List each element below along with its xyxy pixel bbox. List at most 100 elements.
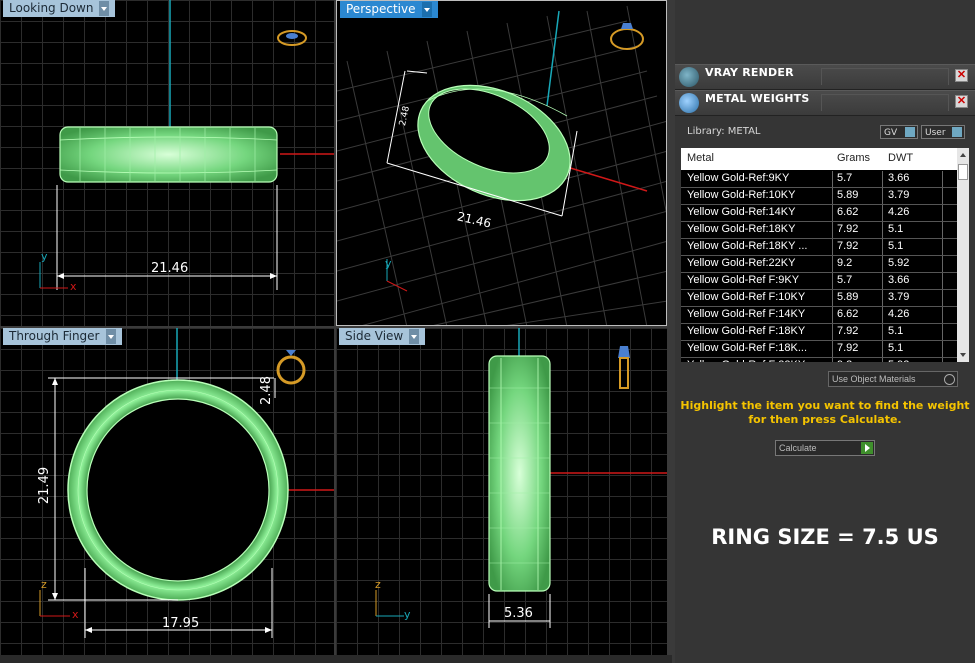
table-row[interactable]: Yellow Gold-Ref F:18K... 7.92 5.1 <box>681 341 957 358</box>
calculate-button[interactable]: Calculate <box>775 440 875 456</box>
scroll-up-icon[interactable] <box>960 153 966 157</box>
metal-table[interactable]: Metal Grams DWT Yellow Gold-Ref:9KY 5.7 3.… <box>681 148 969 362</box>
close-icon[interactable]: ✕ <box>955 69 968 82</box>
grams-cell: 5.89 <box>837 291 859 303</box>
chevron-down-icon[interactable] <box>421 2 432 17</box>
grams-cell: 9.2 <box>837 359 852 362</box>
viewport-drawing <box>337 5 666 325</box>
scroll-thumb[interactable] <box>958 164 968 180</box>
axis-label-x: x <box>72 608 79 621</box>
table-row[interactable]: Yellow Gold-Ref F:14KY 6.62 4.26 <box>681 307 957 324</box>
dwt-cell: 3.66 <box>888 172 910 184</box>
viewport-side-view[interactable]: Side View 5.36 z y <box>336 328 667 655</box>
metal-cell: Yellow Gold-Ref:10KY <box>687 189 796 201</box>
table-row[interactable]: Yellow Gold-Ref F:9KY 5.7 3.66 <box>681 273 957 290</box>
chevron-down-icon[interactable] <box>99 1 110 16</box>
chevron-down-icon[interactable] <box>409 329 420 344</box>
axis-label-z: z <box>375 578 381 591</box>
grams-cell: 6.62 <box>837 308 859 320</box>
table-row[interactable]: Yellow Gold-Ref:18KY 7.92 5.1 <box>681 222 957 239</box>
dwt-cell: 5.1 <box>888 342 904 354</box>
metal-cell: Yellow Gold-Ref:9KY <box>687 172 790 184</box>
dwt-cell: 5.1 <box>888 325 904 337</box>
viewport-title: Perspective <box>346 2 416 16</box>
ring-thumbnail-icon <box>610 23 644 50</box>
gv-toggle-label: GV <box>884 128 898 138</box>
axis-label-x: x <box>70 280 77 293</box>
radio-icon[interactable] <box>944 374 955 385</box>
metal-cell: Yellow Gold-Ref F:18KY <box>687 325 806 337</box>
calculate-label: Calculate <box>779 443 817 453</box>
dwt-cell: 4.26 <box>888 206 910 218</box>
dimension-height: 21.49 <box>37 466 53 505</box>
metal-cell: Yellow Gold-Ref:18KY ... <box>687 240 808 252</box>
viewport-title: Looking Down <box>9 1 94 15</box>
scroll-down-icon[interactable] <box>960 353 966 357</box>
metal-cell: Yellow Gold-Ref:22KY <box>687 257 796 269</box>
viewport-drawing <box>39 0 334 290</box>
table-scrollbar[interactable] <box>957 148 969 362</box>
column-header-grams[interactable]: Grams <box>837 152 870 164</box>
viewport-label-looking-down[interactable]: Looking Down <box>3 0 116 17</box>
checkbox-icon[interactable] <box>952 127 962 137</box>
close-icon[interactable]: ✕ <box>955 95 968 108</box>
calculate-arrow-icon[interactable] <box>861 442 873 454</box>
axis-label-y: y <box>41 250 48 263</box>
viewport-label-perspective[interactable]: Perspective <box>340 1 438 18</box>
table-row[interactable]: Yellow Gold-Ref F:10KY 5.89 3.79 <box>681 290 957 307</box>
grams-cell: 7.92 <box>837 240 859 252</box>
gv-toggle[interactable]: GV <box>880 125 918 139</box>
table-body: Yellow Gold-Ref:9KY 5.7 3.66 Yellow Gold-Re… <box>681 171 957 362</box>
dwt-cell: 5.92 <box>888 359 909 362</box>
table-row[interactable]: Yellow Gold-Ref:10KY 5.89 3.79 <box>681 188 957 205</box>
column-header-metal[interactable]: Metal <box>687 152 714 164</box>
viewport-label-side-view[interactable]: Side View <box>339 328 426 345</box>
table-row[interactable]: Yellow Gold-Ref F:18KY 7.92 5.1 <box>681 324 957 341</box>
library-label: Library: METAL <box>687 126 761 137</box>
metal-cell: Yellow Gold-Ref F:14KY <box>687 308 806 320</box>
metal-cell: Yellow Gold-Ref F:10KY <box>687 291 806 303</box>
use-object-materials-label: Use Object Materials <box>832 374 916 384</box>
ring-top-view <box>59 126 278 183</box>
axis-label-y: y <box>404 608 411 621</box>
vray-render-title: VRAY RENDER <box>705 66 794 79</box>
ring-perspective-view <box>417 84 571 202</box>
user-toggle-label: User <box>925 128 946 138</box>
grams-cell: 5.7 <box>837 274 853 286</box>
table-row[interactable]: Yellow Gold-Ref F:22KY 9.2 5.92 <box>681 358 957 362</box>
grams-cell: 6.62 <box>837 206 859 218</box>
viewport-title: Side View <box>345 329 404 343</box>
column-header-dwt[interactable]: DWT <box>888 152 913 164</box>
checkbox-icon[interactable] <box>905 127 915 137</box>
metal-weights-panel: VRAY RENDER ✕ METAL WEIGHTS ✕ Library: M… <box>675 0 975 663</box>
metal-cell: Yellow Gold-Ref F:18K... <box>687 342 808 354</box>
grams-cell: 7.92 <box>837 325 859 337</box>
viewport-perspective[interactable]: Perspective 21.46 2.48 y <box>336 0 667 326</box>
viewport-drawing <box>375 328 667 628</box>
ring-size-readout: RING SIZE = 7.5 US <box>711 525 939 549</box>
metal-weights-header[interactable]: METAL WEIGHTS ✕ <box>675 90 975 116</box>
use-object-materials-toggle[interactable]: Use Object Materials <box>828 371 958 387</box>
viewport-through-finger[interactable]: Through Finger 21.49 2.48 17.95 z x <box>0 328 334 655</box>
ring-thumbnail-icon <box>618 346 630 389</box>
dimension-width: 17.95 <box>162 616 200 631</box>
chevron-down-icon[interactable] <box>105 329 116 344</box>
table-row[interactable]: Yellow Gold-Ref:18KY ... 7.92 5.1 <box>681 239 957 256</box>
dwt-cell: 5.1 <box>888 223 904 235</box>
dwt-cell: 3.66 <box>888 274 910 286</box>
user-toggle[interactable]: User <box>921 125 965 139</box>
metal-cell: Yellow Gold-Ref:18KY <box>687 223 796 235</box>
vray-render-header[interactable]: VRAY RENDER ✕ <box>675 64 975 90</box>
table-row[interactable]: Yellow Gold-Ref:9KY 5.7 3.66 <box>681 171 957 188</box>
viewport-label-through-finger[interactable]: Through Finger <box>3 328 122 345</box>
table-row[interactable]: Yellow Gold-Ref:22KY 9.2 5.92 <box>681 256 957 273</box>
header-divider <box>821 94 949 111</box>
dwt-cell: 5.1 <box>888 240 904 252</box>
table-row[interactable]: Yellow Gold-Ref:14KY 6.62 4.26 <box>681 205 957 222</box>
table-header: Metal Grams DWT <box>681 148 957 170</box>
viewport-looking-down[interactable]: Looking Down 21.46 y x <box>0 0 334 326</box>
grams-cell: 9.2 <box>837 257 853 269</box>
metal-weights-icon <box>679 93 699 113</box>
dimension-width: 5.36 <box>504 606 533 621</box>
instruction-text: Highlight the item you want to find the … <box>675 399 975 427</box>
